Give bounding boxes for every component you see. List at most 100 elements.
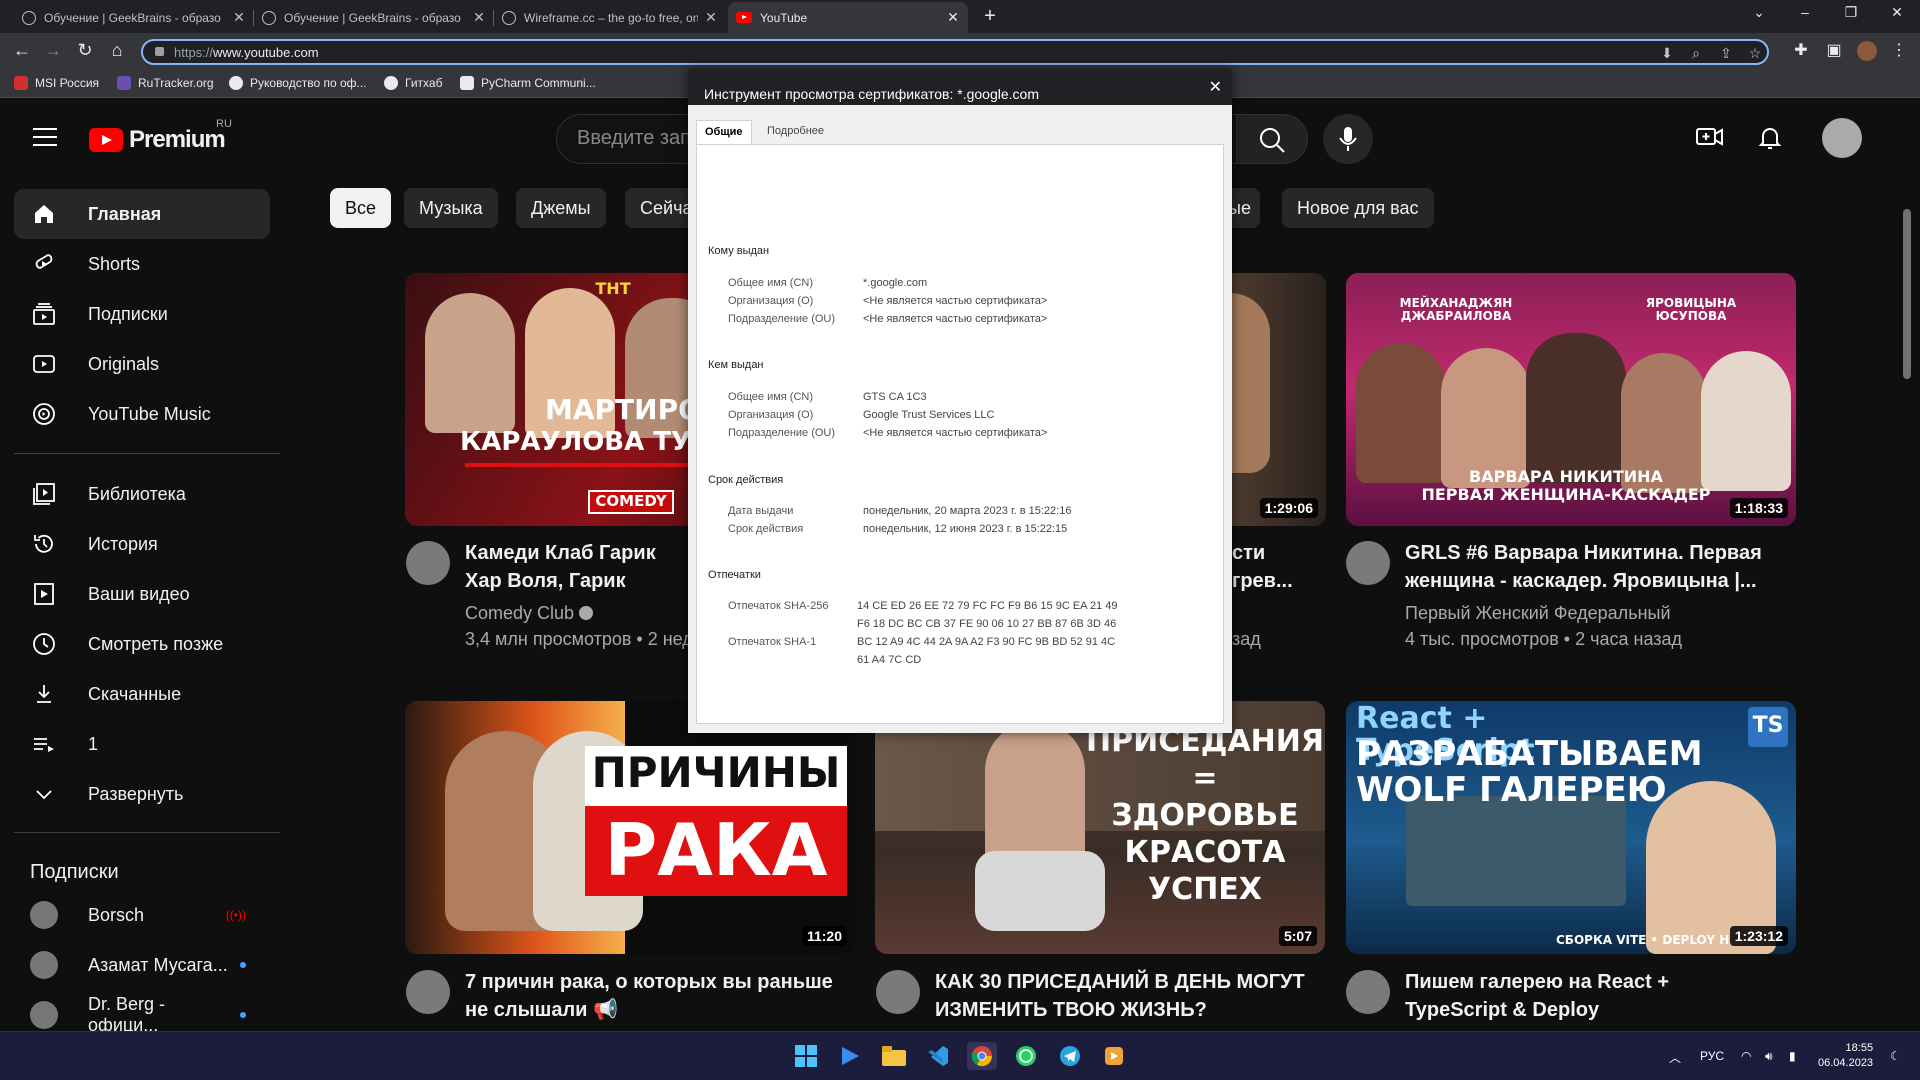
clock[interactable]: 18:55 06.04.2023	[1818, 1041, 1873, 1071]
tab-general[interactable]: Общие	[696, 120, 752, 144]
close-tab-icon[interactable]: ✕	[704, 9, 718, 26]
subscription-item[interactable]: Dr. Berg - офици...	[30, 994, 260, 1031]
chrome-icon[interactable]	[967, 1042, 997, 1070]
file-explorer-icon[interactable]	[879, 1042, 909, 1070]
channel-avatar[interactable]	[876, 970, 920, 1014]
channel-avatar[interactable]	[1346, 541, 1390, 585]
sidebar-item-subscriptions[interactable]: Подписки	[14, 289, 270, 339]
sidebar-item-originals[interactable]: Originals	[14, 339, 270, 389]
youtube-premium-logo[interactable]: Premium RU	[89, 118, 232, 154]
bookmark-pycharm[interactable]: PyCharm Communi...	[460, 76, 596, 90]
sidebar-item-shorts[interactable]: Shorts	[14, 239, 270, 289]
sidebar-divider	[14, 832, 280, 833]
maximize-button[interactable]: ❐	[1839, 4, 1863, 21]
channel-name[interactable]: Comedy Club	[465, 603, 594, 624]
video-thumbnail[interactable]: ПРИЧИНЫ РАКА 11:20	[405, 701, 855, 954]
forward-button[interactable]: →	[42, 40, 64, 61]
sidebar-item-expand[interactable]: Развернуть	[14, 769, 270, 819]
channel-avatar[interactable]	[406, 970, 450, 1014]
extensions-icon[interactable]: ✚	[1790, 40, 1812, 60]
video-thumbnail[interactable]: МЕЙХАНАДЖЯН ДЖАБРАИЛОВА ЯРОВИЦЫНА ЮСУПОВ…	[1346, 273, 1796, 526]
close-tab-icon[interactable]: ✕	[472, 9, 486, 26]
tab-details[interactable]: Подробнее	[759, 120, 832, 144]
window-close-button[interactable]: ✕	[1885, 4, 1909, 21]
wolf-gallery-image	[1406, 796, 1626, 906]
reload-button[interactable]: ↻	[74, 40, 96, 61]
notifications-bell-icon[interactable]	[1758, 125, 1782, 157]
dialog-title: Инструмент просмотра сертификатов: *.goo…	[704, 86, 1039, 102]
wifi-icon[interactable]: ◠	[1741, 1049, 1751, 1063]
sidebar-item-library[interactable]: Библиотека	[14, 469, 270, 519]
page-scrollbar[interactable]	[1903, 209, 1911, 379]
video-title[interactable]: 7 причин рака, о которых вы раньше не сл…	[465, 968, 835, 1024]
sidebar-item-downloads[interactable]: Скачанные	[14, 669, 270, 719]
chip-jams[interactable]: Джемы	[516, 188, 606, 228]
whatsapp-icon[interactable]	[1011, 1042, 1041, 1070]
search-button[interactable]	[1236, 114, 1308, 164]
chip-music[interactable]: Музыка	[404, 188, 498, 228]
video-title[interactable]: Пишем галерею на React + TypeScript & De…	[1405, 968, 1775, 1024]
sidebar-item-history[interactable]: История	[14, 519, 270, 569]
language-indicator[interactable]: РУС	[1700, 1049, 1724, 1063]
media-player-icon[interactable]	[835, 1042, 865, 1070]
tab-geekbrains-2[interactable]: Обучение | GeekBrains - образо ✕	[254, 2, 494, 33]
pycharm-icon	[460, 76, 474, 90]
account-avatar[interactable]	[1822, 118, 1862, 158]
sidebar-item-playlist[interactable]: 1	[14, 719, 270, 769]
menu-kebab-icon[interactable]: ⋮	[1888, 40, 1910, 60]
new-tab-button[interactable]: +	[978, 5, 1002, 28]
chevron-up-icon[interactable]: ︿	[1669, 1049, 1681, 1066]
tab-search-icon[interactable]: ⌄	[1747, 4, 1771, 21]
video-title[interactable]: Камеди Клаб Гарик Хар Воля, Гарик Мартир…	[465, 539, 690, 595]
channel-avatar[interactable]	[1346, 970, 1390, 1014]
video-title[interactable]: GRLS #6 Варвара Никитина. Первая женщина…	[1405, 539, 1775, 595]
create-video-icon[interactable]	[1696, 125, 1724, 155]
back-button[interactable]: ←	[11, 40, 33, 61]
close-icon[interactable]: ✕	[1209, 77, 1222, 97]
video-thumbnail[interactable]: React + TypeScript TS РАЗРАБАТЫВАЕМ WOLF…	[1346, 701, 1796, 954]
subscription-item[interactable]: Азамат Мусага...	[30, 945, 260, 985]
install-icon[interactable]: ⬇	[1658, 45, 1676, 62]
notifications-icon[interactable]: ☾	[1890, 1049, 1901, 1063]
minimize-button[interactable]: –	[1793, 4, 1817, 20]
video-thumbnail[interactable]: ПРИСЕДАНИЯ = ЗДОРОВЬЕ КРАСОТА УСПЕХ 5:07	[875, 701, 1325, 954]
subscription-item[interactable]: Borsch ((•))	[30, 895, 260, 935]
vscode-icon[interactable]	[923, 1042, 953, 1070]
sidebar-item-youtube-music[interactable]: YouTube Music	[14, 389, 270, 439]
channel-avatar[interactable]	[406, 541, 450, 585]
menu-icon[interactable]	[33, 128, 57, 146]
bookmark-msi[interactable]: MSI Россия	[14, 76, 99, 90]
sidepanel-icon[interactable]: ▣	[1823, 40, 1845, 60]
home-button[interactable]: ⌂	[106, 40, 128, 61]
voice-search-button[interactable]	[1323, 114, 1373, 164]
share-icon[interactable]: ⇪	[1717, 45, 1735, 62]
sidebar-item-your-videos[interactable]: Ваши видео	[14, 569, 270, 619]
battery-icon[interactable]: ▮	[1789, 1049, 1796, 1063]
telegram-icon[interactable]	[1055, 1042, 1085, 1070]
video-title[interactable]: КАК 30 ПРИСЕДАНИЙ В ДЕНЬ МОГУТ ИЗМЕНИТЬ …	[935, 968, 1305, 1024]
sidebar-item-home[interactable]: Главная	[14, 189, 270, 239]
windows-start-icon[interactable]	[791, 1042, 821, 1070]
bookmark-github[interactable]: Гитхаб	[384, 76, 442, 90]
field-value: понедельник, 12 июня 2023 г. в 15:22:15	[863, 523, 1068, 535]
address-bar[interactable]: https://www.youtube.com ⬇ ⌕ ⇪ ☆	[141, 39, 1769, 65]
app-icon[interactable]	[1099, 1042, 1129, 1070]
tab-youtube[interactable]: YouTube ✕	[728, 2, 968, 33]
close-tab-icon[interactable]: ✕	[232, 9, 246, 26]
tab-wireframe[interactable]: Wireframe.cc – the go-to free, on ✕	[494, 2, 726, 33]
field-value: <Не является частью сертификата>	[863, 427, 1048, 439]
tab-geekbrains-1[interactable]: Обучение | GeekBrains - образо ✕	[14, 2, 254, 33]
sidebar-item-watch-later[interactable]: Смотреть позже	[14, 619, 270, 669]
bookmark-rutracker[interactable]: RuTracker.org	[117, 76, 214, 90]
chip-new-for-you[interactable]: Новое для вас	[1282, 188, 1434, 228]
video-title[interactable]: сти грев...	[1232, 539, 1327, 595]
volume-icon[interactable]: 🔊︎	[1765, 1049, 1773, 1064]
bookmark-star-icon[interactable]: ☆	[1746, 45, 1764, 62]
close-tab-icon[interactable]: ✕	[946, 9, 960, 26]
bookmark-guide[interactable]: Руководство по оф...	[229, 76, 367, 90]
channel-avatar	[30, 901, 58, 929]
profile-avatar[interactable]	[1857, 41, 1877, 61]
zoom-icon[interactable]: ⌕	[1687, 45, 1705, 62]
chip-all[interactable]: Все	[330, 188, 392, 228]
channel-name[interactable]: Первый Женский Федеральный	[1405, 603, 1671, 624]
